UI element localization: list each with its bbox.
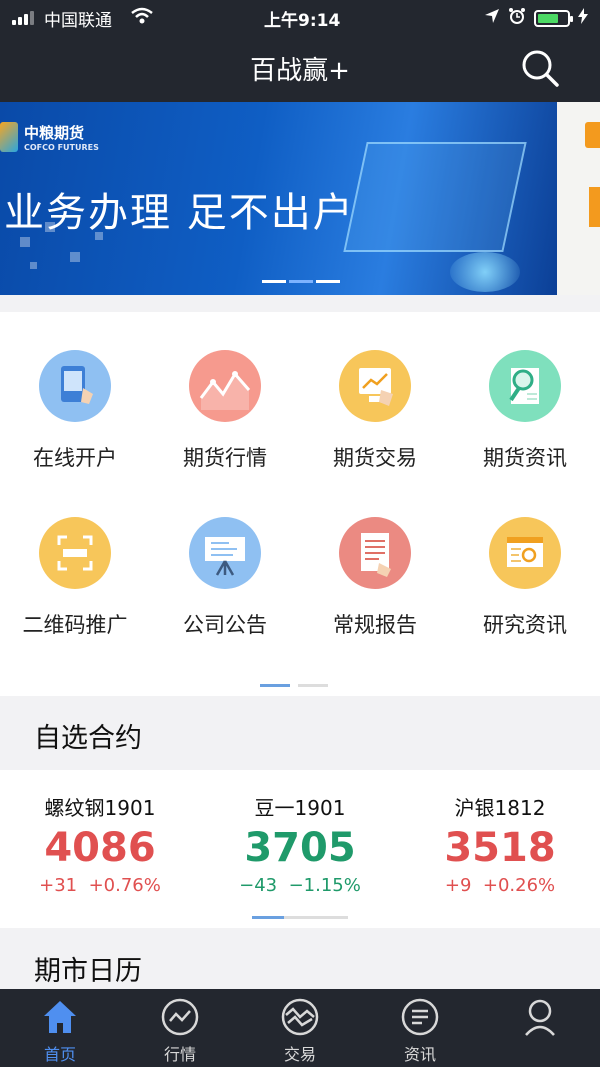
menu-label: 在线开户 xyxy=(33,446,117,470)
page-title: 百战赢+ xyxy=(250,56,350,86)
brand-logo: 中粮期货 COFCO FUTURES xyxy=(0,122,99,152)
change-percent: +0.76% xyxy=(88,875,161,896)
watchlist-quotes[interactable]: 螺纹钢1901 4086 +31 +0.76% 豆一1901 3705 −43 … xyxy=(0,770,600,928)
contract-price: 4086 xyxy=(44,825,156,871)
contract-change: +9 +0.26% xyxy=(400,875,600,896)
tab-label: 首页 xyxy=(43,1045,76,1064)
wifi-icon xyxy=(130,6,154,31)
change-percent: +0.26% xyxy=(482,875,556,896)
home-icon xyxy=(40,997,80,1037)
contract-price: 3518 xyxy=(444,825,556,871)
status-bar: 中国联通 上午9:14 xyxy=(0,0,600,34)
watchlist-header: 自选合约 xyxy=(0,698,600,770)
brand-name: 中粮期货 xyxy=(24,124,85,142)
tab-trade[interactable]: 交易 xyxy=(240,997,360,1065)
contract-change: +31 +0.76% xyxy=(0,875,200,896)
quote-card[interactable]: 沪银1812 3518 +9 +0.26% xyxy=(400,770,600,896)
banner-next-slide[interactable] xyxy=(557,102,600,295)
quote-card[interactable]: 螺纹钢1901 4086 +31 +0.76% xyxy=(0,770,200,896)
banner-slide[interactable]: 中粮期货 COFCO FUTURES 业务办理 足不出户 xyxy=(0,102,557,295)
calendar-header: 期市日历 xyxy=(0,929,600,989)
trade-icon xyxy=(339,350,411,422)
menu-item-research-news[interactable]: 研究资讯 xyxy=(450,517,600,639)
tab-news[interactable]: 资讯 xyxy=(360,997,480,1065)
news-search-icon xyxy=(489,350,561,422)
tab-label: 交易 xyxy=(283,1045,316,1064)
change-percent: −1.15% xyxy=(288,875,361,896)
contract-name: 螺纹钢1901 xyxy=(44,796,156,820)
banner-hologram xyxy=(343,142,527,252)
clock: 上午9:14 xyxy=(264,11,341,31)
function-grid: 在线开户 期货行情 期货交易 期货资讯 二维码推广 公司公告 常规报告 研究资讯 xyxy=(0,312,600,696)
menu-item-online-account[interactable]: 在线开户 xyxy=(0,350,150,472)
status-right xyxy=(484,7,588,30)
brand-name-en: COFCO FUTURES xyxy=(24,143,99,152)
contract-name: 沪银1812 xyxy=(454,796,546,820)
cofco-logo-icon xyxy=(0,122,18,152)
location-arrow-icon xyxy=(484,8,500,29)
carrier-label: 中国联通 xyxy=(44,11,112,31)
change-value: +9 xyxy=(444,875,472,896)
bottom-tab-bar: 首页 行情 交易 资讯 xyxy=(0,989,600,1067)
tab-label: 行情 xyxy=(163,1045,196,1064)
signal-icon xyxy=(12,11,34,25)
menu-item-qr-promotion[interactable]: 二维码推广 xyxy=(0,517,150,639)
menu-label: 公司公告 xyxy=(183,613,267,637)
profile-icon xyxy=(520,997,560,1037)
menu-label: 期货行情 xyxy=(183,446,267,470)
charging-icon xyxy=(578,8,588,29)
announcement-board-icon xyxy=(189,517,261,589)
alarm-icon xyxy=(508,7,526,30)
watchlist-title: 自选合约 xyxy=(34,723,142,754)
contract-price: 3705 xyxy=(244,825,356,871)
tab-home[interactable]: 首页 xyxy=(0,997,120,1065)
report-icon xyxy=(339,517,411,589)
account-open-icon xyxy=(39,350,111,422)
menu-label: 二维码推广 xyxy=(22,613,128,637)
menu-item-company-announcement[interactable]: 公司公告 xyxy=(150,517,300,639)
menu-label: 常规报告 xyxy=(333,613,417,637)
calendar-title: 期市日历 xyxy=(34,956,142,987)
contract-name: 豆一1901 xyxy=(254,796,346,820)
top-bar: 中国联通 上午9:14 百战赢+ xyxy=(0,0,600,102)
menu-label: 期货交易 xyxy=(333,446,417,470)
news-icon xyxy=(400,997,440,1037)
market-icon xyxy=(160,997,200,1037)
banner-headline: 业务办理 足不出户 xyxy=(4,190,355,236)
next-slide-logo xyxy=(585,122,600,148)
tab-market[interactable]: 行情 xyxy=(120,997,240,1065)
battery-icon xyxy=(534,10,573,27)
next-slide-text xyxy=(589,187,600,227)
menu-label: 期货资讯 xyxy=(483,446,567,470)
quote-card[interactable]: 豆一1901 3705 −43 −1.15% xyxy=(200,770,400,896)
banner-indicator xyxy=(262,280,340,283)
tab-label: 资讯 xyxy=(403,1045,436,1064)
menu-item-futures-trading[interactable]: 期货交易 xyxy=(300,350,450,472)
qr-scan-icon xyxy=(39,517,111,589)
menu-item-futures-news[interactable]: 期货资讯 xyxy=(450,350,600,472)
change-value: −43 xyxy=(239,875,278,896)
banner-glow xyxy=(450,252,520,292)
tab-profile[interactable] xyxy=(480,997,600,1041)
menu-item-futures-quotes[interactable]: 期货行情 xyxy=(150,350,300,472)
banner-carousel[interactable]: 中粮期货 COFCO FUTURES 业务办理 足不出户 xyxy=(0,102,600,295)
market-chart-icon xyxy=(189,350,261,422)
trade-tab-icon xyxy=(280,997,320,1037)
grid-page-indicator xyxy=(260,684,328,687)
menu-item-regular-report[interactable]: 常规报告 xyxy=(300,517,450,639)
quotes-scroll-indicator xyxy=(252,916,348,919)
contract-change: −43 −1.15% xyxy=(200,875,400,896)
search-icon[interactable] xyxy=(520,48,560,88)
change-value: +31 xyxy=(39,875,78,896)
menu-label: 研究资讯 xyxy=(483,613,567,637)
research-icon xyxy=(489,517,561,589)
